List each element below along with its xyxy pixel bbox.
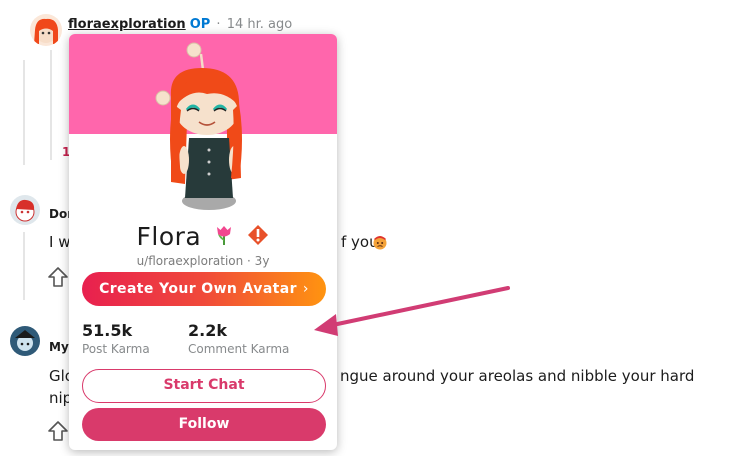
create-avatar-label: Create Your Own Avatar (99, 281, 297, 297)
commenter-avatar[interactable] (10, 326, 40, 356)
profile-name-row: Flora (69, 222, 337, 251)
op-comment-header: floraexploration OP · 14 hr. ago (68, 17, 292, 32)
snoo-avatar-icon (34, 18, 58, 44)
thread-line-nested[interactable] (50, 50, 52, 160)
post-karma-label: Post Karma (82, 342, 150, 356)
upvote-icon[interactable] (47, 420, 69, 442)
angry-face-icon (372, 234, 388, 250)
thread-line[interactable] (23, 60, 25, 165)
comment-text-fragment: ngue around your areolas and nibble your… (340, 367, 695, 385)
op-username-link[interactable]: floraexploration (68, 17, 186, 32)
separator-dot: · (216, 17, 221, 32)
comment-karma-label: Comment Karma (188, 342, 290, 356)
comment-karma-stat: 2.2k Comment Karma (188, 321, 289, 356)
comment-karma-value: 2.2k (188, 321, 227, 340)
op-badge: OP (189, 17, 211, 32)
tulip-icon (214, 224, 234, 250)
create-avatar-button[interactable]: Create Your Own Avatar › (82, 272, 326, 306)
moderator-diamond-icon (247, 224, 269, 250)
thread-line[interactable] (23, 232, 25, 300)
start-chat-button[interactable]: Start Chat (82, 369, 326, 403)
comment-text-fragment: I w (49, 233, 71, 251)
op-avatar[interactable] (30, 14, 62, 46)
snoo-avatar-icon (15, 199, 35, 222)
post-karma-stat: 51.5k Post Karma (82, 321, 150, 356)
profile-hover-card: Flora u/floraexploration · 3y Create You… (69, 34, 337, 450)
commenter-avatar[interactable] (10, 195, 40, 225)
snoo-avatar-icon (15, 330, 35, 351)
post-karma-value: 51.5k (82, 321, 133, 340)
profile-handle-age: u/floraexploration · 3y (136, 254, 270, 268)
follow-button[interactable]: Follow (82, 408, 326, 441)
upvote-icon[interactable] (47, 266, 69, 288)
annotation-arrow (314, 286, 510, 336)
snoo-avatar-icon[interactable] (147, 38, 257, 214)
comment-timestamp: 14 hr. ago (226, 17, 293, 32)
profile-display-name: Flora (136, 222, 202, 251)
